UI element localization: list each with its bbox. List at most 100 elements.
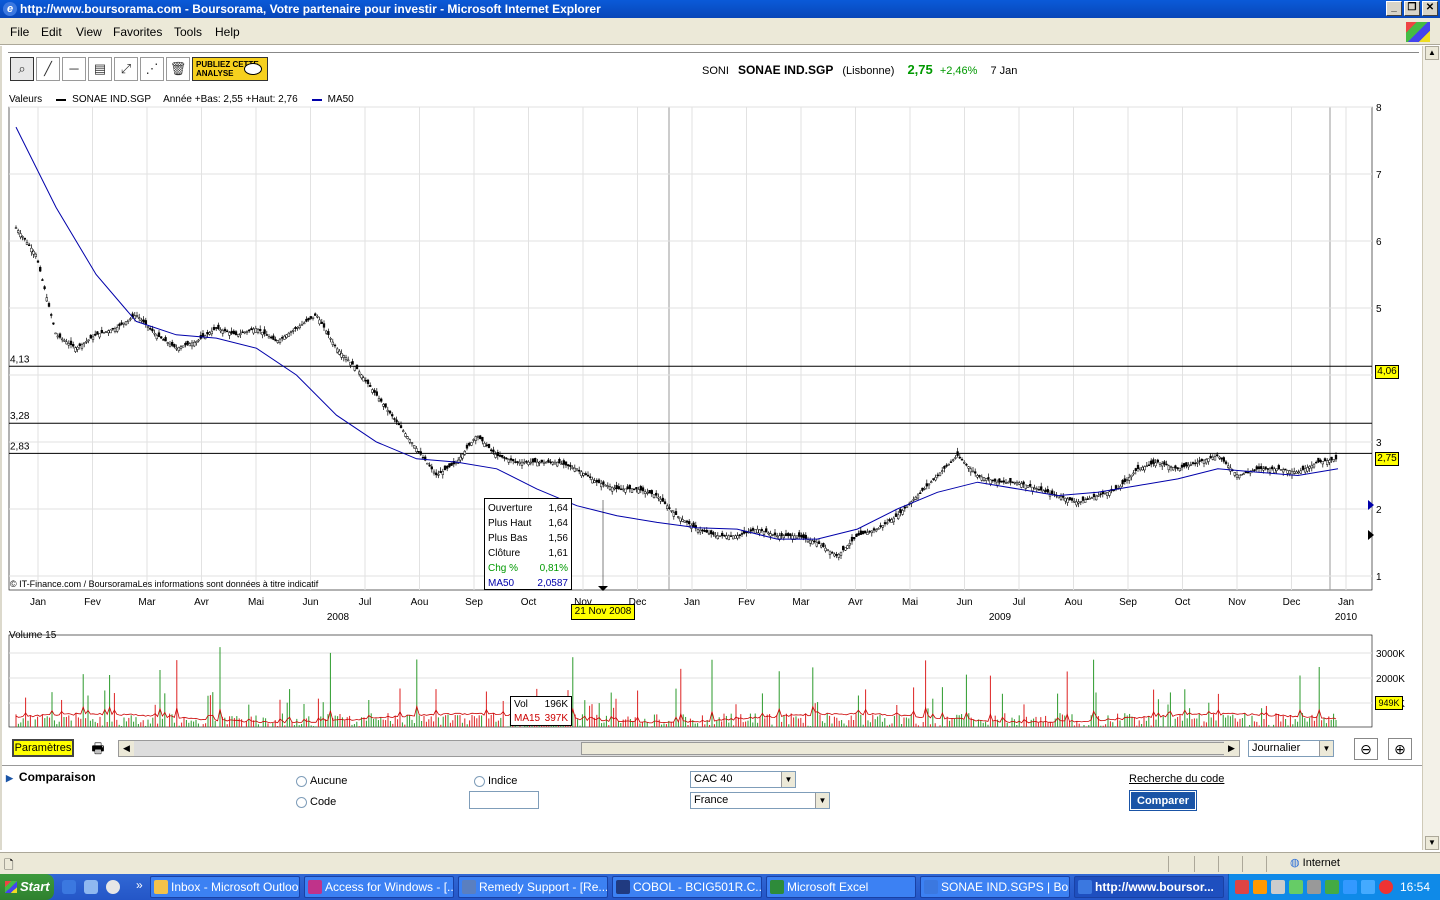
menu-edit[interactable]: Edit: [41, 25, 62, 39]
recherche-code-link[interactable]: Recherche du code: [1129, 773, 1224, 785]
scroll-left-icon[interactable]: ◀: [119, 741, 134, 756]
page-scrollbar[interactable]: ▲ ▼: [1422, 46, 1440, 850]
task-label: http://www.boursor...: [1095, 880, 1214, 894]
candle-body: [714, 535, 717, 537]
zoom-in-icon[interactable]: ⊕: [1388, 738, 1412, 760]
candle-body: [666, 505, 669, 509]
candle-body: [1293, 471, 1296, 474]
country-value: France: [694, 794, 729, 806]
candle-body: [661, 497, 664, 502]
candle-body: [888, 519, 891, 522]
comparaison-section[interactable]: ▶ Comparaison: [6, 770, 96, 784]
chart-scrollbar[interactable]: ◀ ▶: [118, 740, 1240, 757]
candle-body: [1321, 461, 1324, 465]
tray-app-icon[interactable]: [1235, 880, 1249, 894]
candle-body: [751, 528, 755, 531]
candle-body: [615, 485, 618, 490]
scroll-right-icon[interactable]: ▶: [1224, 741, 1239, 756]
close-button[interactable]: ✕: [1422, 1, 1438, 16]
index-select[interactable]: CAC 40 ▼: [690, 771, 796, 788]
period-select[interactable]: Journalier ▼: [1248, 740, 1334, 757]
tray-security-icon[interactable]: [1325, 880, 1339, 894]
task-remedy[interactable]: Remedy Support - [Re...: [458, 876, 608, 898]
candle-body: [241, 331, 244, 334]
restore-button[interactable]: ❐: [1404, 1, 1420, 16]
task-outlook[interactable]: Inbox - Microsoft Outlook: [150, 876, 300, 898]
candle-body: [289, 331, 293, 333]
radio-label: Aucune: [310, 775, 348, 787]
x-month-label: Jul: [1013, 597, 1026, 608]
candle-body: [1319, 459, 1322, 462]
radio-circle-icon: [296, 796, 307, 808]
tray-alert-icon[interactable]: [1379, 880, 1393, 894]
candle-body: [254, 328, 257, 333]
radio-aucune[interactable]: Aucune: [296, 775, 347, 787]
candle-body: [996, 481, 999, 486]
chevron-right-icon[interactable]: »: [136, 878, 143, 892]
ie-quicklaunch-icon[interactable]: [62, 880, 76, 894]
start-button[interactable]: Start: [0, 874, 54, 900]
parametres-button[interactable]: Paramètres: [12, 739, 74, 757]
candle-body: [518, 461, 521, 465]
candle-body: [329, 338, 332, 340]
desktop-quicklaunch-icon[interactable]: [84, 880, 98, 894]
country-select[interactable]: France ▼: [690, 792, 830, 809]
radio-code[interactable]: Code: [296, 796, 336, 808]
candle-body: [1077, 501, 1080, 504]
task-excel[interactable]: Microsoft Excel: [766, 876, 916, 898]
candle-body: [952, 459, 955, 461]
comparer-button[interactable]: Comparer: [1129, 790, 1197, 811]
zoom-out-icon[interactable]: ⊖: [1354, 738, 1378, 760]
minimize-button[interactable]: _: [1386, 1, 1402, 16]
candle-body: [256, 328, 260, 333]
candle-body: [184, 342, 187, 346]
print-icon[interactable]: 🖶: [88, 739, 108, 757]
tray-app-icon[interactable]: [1253, 880, 1267, 894]
x-year-label: 2010: [1335, 612, 1358, 623]
candle-body: [388, 410, 392, 414]
cursor-date-badge: 21 Nov 2008: [571, 604, 635, 620]
task-cobol[interactable]: COBOL - BCIG501R.C...: [612, 876, 762, 898]
tooltip-ma-row: MA50 2,0587: [488, 576, 568, 591]
x-month-label: Sep: [465, 597, 483, 608]
menu-tools[interactable]: Tools: [174, 25, 202, 39]
candle-body: [1330, 456, 1333, 461]
task-label: Microsoft Excel: [787, 880, 869, 894]
scroll-down-icon[interactable]: ▼: [1425, 836, 1439, 850]
media-player-icon[interactable]: [106, 880, 120, 894]
menu-view[interactable]: View: [76, 25, 102, 39]
tray-app-icon[interactable]: [1361, 880, 1375, 894]
candle-body: [1004, 481, 1008, 484]
tray-app-icon[interactable]: [1343, 880, 1357, 894]
candle-body: [435, 472, 438, 476]
candle-body: [182, 345, 185, 348]
x-month-label: Avr: [194, 597, 209, 608]
candle-body: [1022, 481, 1025, 485]
x-month-label: Mar: [138, 597, 156, 608]
chevron-down-icon: ▼: [781, 772, 795, 787]
candle-body: [780, 533, 783, 537]
candle-body: [120, 322, 123, 325]
tray-network-icon[interactable]: [1289, 880, 1303, 894]
menu-help[interactable]: Help: [215, 25, 240, 39]
task-access[interactable]: Access for Windows - [...: [304, 876, 454, 898]
code-input[interactable]: [469, 791, 539, 809]
candle-body: [604, 484, 607, 487]
radio-indice[interactable]: Indice: [474, 775, 517, 787]
scroll-up-icon[interactable]: ▲: [1425, 46, 1439, 60]
price-chart[interactable]: Jan Fev Mar Avr Mai Jun Jul Aou Sep Oct Nov Dec Jan F…: [0, 46, 1422, 746]
radio-circle-icon: [296, 775, 307, 787]
task-boursorama[interactable]: http://www.boursor...: [1074, 876, 1224, 898]
candle-body: [1064, 497, 1067, 502]
tray-volume-icon[interactable]: [1307, 880, 1321, 894]
menu-file[interactable]: File: [10, 25, 29, 39]
candle-body: [509, 458, 513, 461]
tray-clock-icon[interactable]: [1271, 880, 1285, 894]
excel-icon: [770, 880, 784, 894]
scroll-thumb[interactable]: [581, 742, 1231, 755]
legend-series: SONAE IND.SGP: [72, 94, 152, 105]
menu-favorites[interactable]: Favorites: [113, 25, 162, 39]
candle-body: [1334, 454, 1338, 460]
task-sonae[interactable]: SONAE IND.SGPS | Bo...: [920, 876, 1070, 898]
price-badge: 2,75: [1375, 452, 1399, 466]
